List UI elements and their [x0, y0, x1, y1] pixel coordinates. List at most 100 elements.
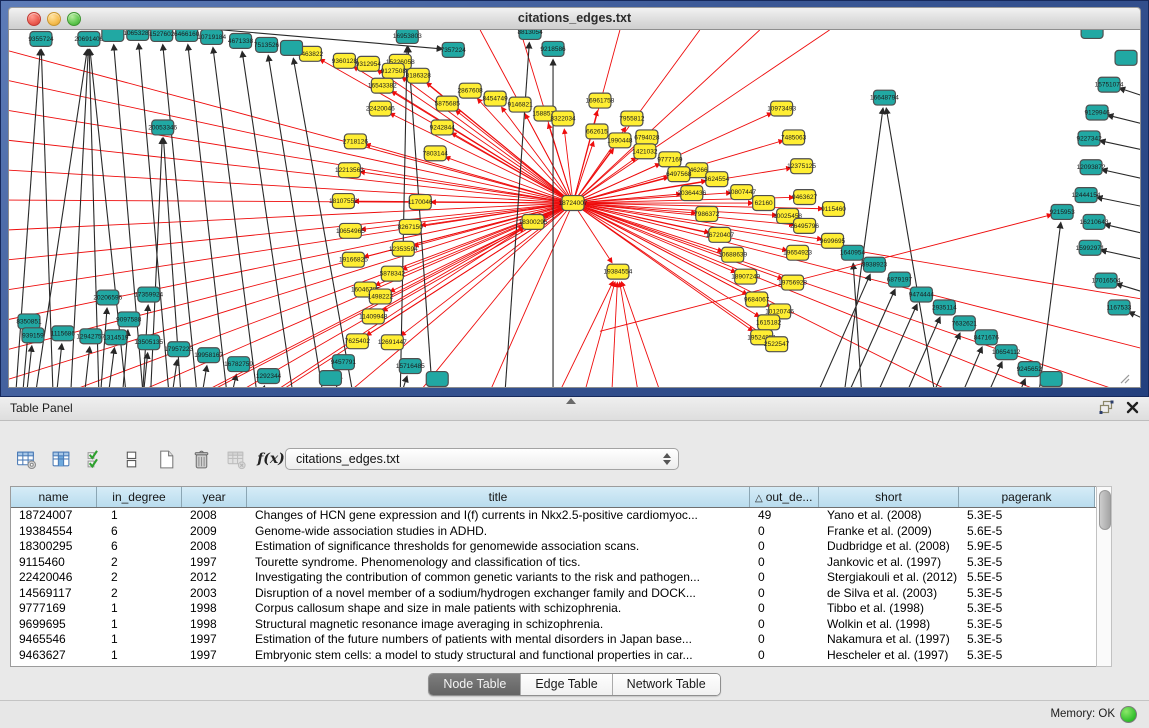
table-cell[interactable]: 0 [750, 632, 819, 648]
table-cell[interactable]: 5.6E-5 [959, 524, 1095, 540]
table-cell[interactable]: Genome-wide association studies in ADHD. [247, 524, 750, 540]
table-cell[interactable]: 14569117 [11, 586, 97, 602]
table-cell[interactable]: 18724007 [11, 508, 97, 524]
table-cell[interactable]: Estimation of the future numbers of pati… [247, 632, 750, 648]
table-cell[interactable]: 2008 [182, 508, 247, 524]
graph-node[interactable] [1040, 372, 1062, 387]
graph-node[interactable] [1115, 50, 1137, 65]
table-scrollbar[interactable] [1096, 486, 1112, 667]
table-cell[interactable]: Franke et al. (2009) [819, 524, 959, 540]
table-row[interactable]: 1938455462009Genome-wide association stu… [11, 524, 1096, 540]
table-cell[interactable]: 9465546 [11, 632, 97, 648]
table-cell[interactable]: 1 [97, 617, 182, 633]
table-cell[interactable]: Jankovic et al. (1997) [819, 555, 959, 571]
table-cell[interactable]: 5.3E-5 [959, 586, 1095, 602]
table-cell[interactable]: 0 [750, 524, 819, 540]
table-cell[interactable]: 2009 [182, 524, 247, 540]
function-builder-icon[interactable]: f(x) [259, 447, 283, 471]
column-header-out_de[interactable]: △out_de... [750, 487, 819, 507]
network-window-titlebar[interactable]: citations_edges.txt [8, 7, 1141, 30]
table-cell[interactable]: 0 [750, 570, 819, 586]
table-cell[interactable]: Structural magnetic resonance image aver… [247, 617, 750, 633]
table-row[interactable]: 1830029562008Estimation of significance … [11, 539, 1096, 555]
table-cell[interactable]: Nakamura et al. (1997) [819, 632, 959, 648]
table-cell[interactable]: 0 [750, 555, 819, 571]
table-cell[interactable]: Wolkin et al. (1998) [819, 617, 959, 633]
table-cell[interactable]: 0 [750, 648, 819, 664]
table-row[interactable]: 911546021997Tourette syndrome. Phenomeno… [11, 555, 1096, 571]
graph-node[interactable] [426, 372, 448, 387]
graph-node[interactable] [1081, 30, 1103, 38]
table-cell[interactable]: 6 [97, 539, 182, 555]
toggle-views-icon[interactable] [119, 447, 143, 471]
tab-node-table[interactable]: Node Table [429, 674, 521, 695]
citation-graph[interactable]: 1872400718107552117004682671501065496512… [9, 30, 1140, 387]
table-cell[interactable]: 0 [750, 539, 819, 555]
table-cell[interactable]: 0 [750, 586, 819, 602]
select-all-columns-icon[interactable] [84, 447, 108, 471]
memory-status-indicator[interactable] [1120, 706, 1137, 723]
column-header-year[interactable]: year [182, 487, 247, 507]
table-cell[interactable]: 2 [97, 555, 182, 571]
table-cell[interactable]: 2 [97, 586, 182, 602]
table-cell[interactable]: Tibbo et al. (1998) [819, 601, 959, 617]
table-cell[interactable]: 5.3E-5 [959, 648, 1095, 664]
table-cell[interactable]: 1 [97, 632, 182, 648]
table-cell[interactable]: 2012 [182, 570, 247, 586]
network-canvas[interactable]: 1872400718107552117004682671501065496512… [8, 29, 1141, 388]
table-cell[interactable]: 1997 [182, 648, 247, 664]
table-cell[interactable]: Changes of HCN gene expression and I(f) … [247, 508, 750, 524]
table-cell[interactable]: 5.9E-5 [959, 539, 1095, 555]
table-cell[interactable]: Tourette syndrome. Phenomenology and cla… [247, 555, 750, 571]
column-header-short[interactable]: short [819, 487, 959, 507]
table-cell[interactable]: 22420046 [11, 570, 97, 586]
column-header-name[interactable]: name [11, 487, 97, 507]
table-row[interactable]: 2242004622012Investigating the contribut… [11, 570, 1096, 586]
table-cell[interactable]: Disruption of a novel member of a sodium… [247, 586, 750, 602]
table-cell[interactable]: 0 [750, 601, 819, 617]
table-cell[interactable]: Embryonic stem cells: a model to study s… [247, 648, 750, 664]
table-cell[interactable]: 9463627 [11, 648, 97, 664]
table-cell[interactable]: Stergiakouli et al. (2012) [819, 570, 959, 586]
table-cell[interactable]: 1998 [182, 617, 247, 633]
table-mode-icon[interactable] [14, 447, 38, 471]
table-cell[interactable]: 5.3E-5 [959, 508, 1095, 524]
table-cell[interactable]: Dudbridge et al. (2008) [819, 539, 959, 555]
table-cell[interactable]: 0 [750, 617, 819, 633]
table-row[interactable]: 1872400712008Changes of HCN gene express… [11, 508, 1096, 524]
table-cell[interactable]: 2003 [182, 586, 247, 602]
table-cell[interactable]: 1997 [182, 555, 247, 571]
delete-table-disabled-icon[interactable] [224, 447, 248, 471]
table-cell[interactable]: 49 [750, 508, 819, 524]
table-cell[interactable]: 5.3E-5 [959, 601, 1095, 617]
table-cell[interactable]: 1 [97, 601, 182, 617]
table-cell[interactable]: 2008 [182, 539, 247, 555]
column-header-pagerank[interactable]: pagerank [959, 487, 1095, 507]
table-row[interactable]: 969969511998Structural magnetic resonanc… [11, 617, 1096, 633]
column-header-in_degree[interactable]: in_degree [97, 487, 182, 507]
table-cell[interactable]: 5.3E-5 [959, 617, 1095, 633]
table-cell[interactable]: Hescheler et al. (1997) [819, 648, 959, 664]
table-cell[interactable]: 1998 [182, 601, 247, 617]
table-cell[interactable]: Estimation of significance thresholds fo… [247, 539, 750, 555]
table-selector-dropdown[interactable]: citations_edges.txt [285, 448, 679, 470]
table-cell[interactable]: 1 [97, 648, 182, 664]
graph-node[interactable] [281, 40, 303, 55]
table-cell[interactable]: 1997 [182, 632, 247, 648]
graph-node[interactable] [102, 30, 124, 41]
table-cell[interactable]: de Silva et al. (2003) [819, 586, 959, 602]
table-cell[interactable]: Corpus callosum shape and size in male p… [247, 601, 750, 617]
table-cell[interactable]: 19384554 [11, 524, 97, 540]
table-cell[interactable]: 5.5E-5 [959, 570, 1095, 586]
table-cell[interactable]: 1 [97, 508, 182, 524]
graph-node[interactable] [319, 371, 341, 386]
table-cell[interactable]: 6 [97, 524, 182, 540]
split-pane-handle[interactable] [566, 398, 576, 404]
table-cell[interactable]: 9777169 [11, 601, 97, 617]
table-row[interactable]: 1456911722003Disruption of a novel membe… [11, 586, 1096, 602]
float-panel-icon[interactable] [1099, 400, 1114, 415]
table-cell[interactable]: 2 [97, 570, 182, 586]
canvas-resize-grip[interactable] [1121, 375, 1129, 383]
table-row[interactable]: 977716911998Corpus callosum shape and si… [11, 601, 1096, 617]
table-cell[interactable]: Yano et al. (2008) [819, 508, 959, 524]
